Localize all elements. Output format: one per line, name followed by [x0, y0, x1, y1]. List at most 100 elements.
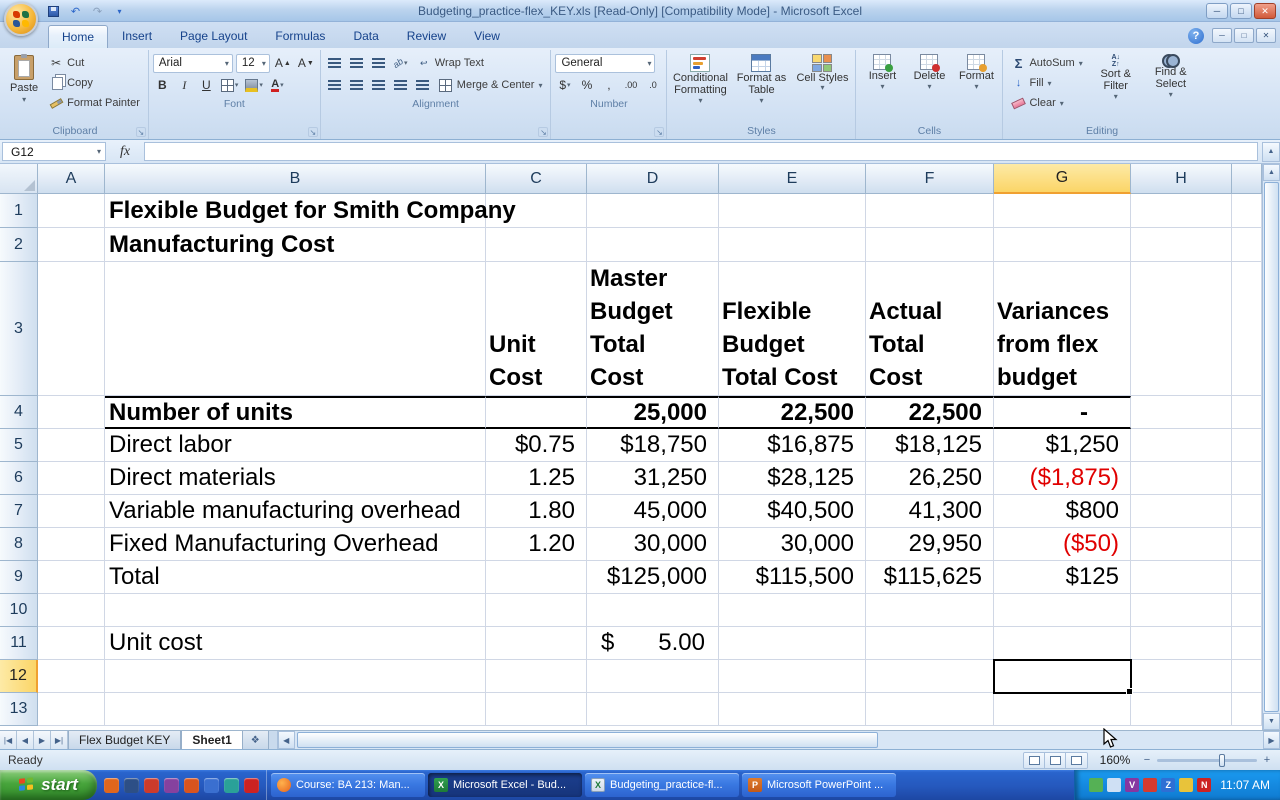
- cell-H12[interactable]: [1131, 660, 1232, 693]
- accounting-format-button[interactable]: $ ▾: [555, 76, 574, 95]
- italic-button[interactable]: I: [175, 76, 194, 95]
- cell-H4[interactable]: [1131, 396, 1232, 429]
- cell-C9[interactable]: [486, 561, 587, 594]
- cell-A1[interactable]: [38, 194, 105, 228]
- cell-H13[interactable]: [1131, 693, 1232, 726]
- cell-B8[interactable]: Fixed Manufacturing Overhead: [105, 528, 486, 561]
- cell-C12[interactable]: [486, 660, 587, 693]
- cell-D1[interactable]: [587, 194, 719, 228]
- cell-F13[interactable]: [866, 693, 994, 726]
- redo-button[interactable]: ↷: [88, 3, 107, 20]
- sheet-tab-sheet1[interactable]: Sheet1: [181, 731, 243, 749]
- zoom-out-icon[interactable]: −: [1142, 754, 1152, 766]
- cell-H7[interactable]: [1131, 495, 1232, 528]
- cell-E5[interactable]: $16,875: [719, 429, 866, 462]
- cell-F11[interactable]: [866, 627, 994, 660]
- row-header-7[interactable]: 7: [0, 495, 38, 528]
- underline-button[interactable]: U: [197, 76, 216, 95]
- number-format-select[interactable]: General ▾: [555, 53, 656, 73]
- cell-H11[interactable]: [1131, 627, 1232, 660]
- cell-D13[interactable]: [587, 693, 719, 726]
- cell-G6[interactable]: ($1,875): [994, 462, 1131, 495]
- quick-launch-icon[interactable]: [164, 777, 179, 793]
- bold-button[interactable]: B: [153, 76, 172, 95]
- cell-D8[interactable]: 30,000: [587, 528, 719, 561]
- column-header-D[interactable]: D: [587, 164, 719, 194]
- merge-center-button[interactable]: Merge & Center ▾: [435, 76, 547, 94]
- cell-C8[interactable]: 1.20: [486, 528, 587, 561]
- row-header-6[interactable]: 6: [0, 462, 38, 495]
- taskbar-window-button[interactable]: P Microsoft PowerPoint ...: [742, 773, 896, 797]
- clear-button[interactable]: Clear ▾: [1007, 94, 1086, 112]
- dialog-launcher-icon[interactable]: ↘: [307, 127, 318, 137]
- wrap-text-button[interactable]: ↩ Wrap Text: [413, 54, 488, 72]
- close-button[interactable]: ✕: [1254, 3, 1276, 19]
- cell-H3[interactable]: [1131, 262, 1232, 396]
- cut-button[interactable]: ✂ Cut: [45, 54, 144, 72]
- cell-G7[interactable]: $800: [994, 495, 1131, 528]
- cell-C2[interactable]: [486, 228, 587, 262]
- zoom-slider-track[interactable]: [1157, 753, 1257, 767]
- row-header-5[interactable]: 5: [0, 429, 38, 462]
- cell-C6[interactable]: 1.25: [486, 462, 587, 495]
- cell-E9[interactable]: $115,500: [719, 561, 866, 594]
- zoom-slider-thumb[interactable]: [1219, 753, 1225, 767]
- cell-styles-button[interactable]: Cell Styles ▾: [793, 52, 851, 93]
- cell-F8[interactable]: 29,950: [866, 528, 994, 561]
- cell-E7[interactable]: $40,500: [719, 495, 866, 528]
- cell-D4[interactable]: 25,000: [587, 396, 719, 429]
- format-painter-button[interactable]: Format Painter: [45, 94, 144, 112]
- cell-F1[interactable]: [866, 194, 994, 228]
- row-header-1[interactable]: 1: [0, 194, 38, 228]
- shrink-font-button[interactable]: A ▼: [296, 54, 316, 73]
- insert-cells-button[interactable]: Insert ▾: [860, 52, 904, 91]
- cell-F5[interactable]: $18,125: [866, 429, 994, 462]
- cell-D3[interactable]: Master Budget Total Cost: [587, 262, 719, 396]
- autosum-button[interactable]: Σ AutoSum ▾: [1007, 54, 1086, 72]
- minimize-button[interactable]: ─: [1206, 3, 1228, 19]
- row-header-12[interactable]: 12: [0, 660, 38, 693]
- row-header-8[interactable]: 8: [0, 528, 38, 561]
- column-header-C[interactable]: C: [486, 164, 587, 194]
- cell-E3[interactable]: Flexible Budget Total Cost: [719, 262, 866, 396]
- row-header-13[interactable]: 13: [0, 693, 38, 726]
- zoom-slider[interactable]: − +: [1142, 753, 1272, 767]
- cell-D11[interactable]: $5.00: [587, 627, 719, 660]
- cell-B2[interactable]: Manufacturing Cost: [105, 228, 486, 262]
- cell-A11[interactable]: [38, 627, 105, 660]
- quick-launch-icon[interactable]: [224, 777, 239, 793]
- ribbon-tab-review[interactable]: Review: [393, 24, 460, 48]
- office-button[interactable]: [4, 2, 38, 36]
- row-header-11[interactable]: 11: [0, 627, 38, 660]
- normal-view-button[interactable]: [1024, 752, 1045, 768]
- cell-B3[interactable]: [105, 262, 486, 396]
- tray-icon[interactable]: N: [1197, 778, 1212, 792]
- cell-D5[interactable]: $18,750: [587, 429, 719, 462]
- cell-H6[interactable]: [1131, 462, 1232, 495]
- decrease-indent-button[interactable]: [391, 76, 410, 95]
- cell-F6[interactable]: 26,250: [866, 462, 994, 495]
- cell-B1[interactable]: Flexible Budget for Smith Company: [105, 194, 516, 228]
- format-as-table-button[interactable]: Format as Table ▾: [732, 52, 790, 106]
- cell-F7[interactable]: 41,300: [866, 495, 994, 528]
- conditional-formatting-button[interactable]: Conditional Formatting ▾: [671, 52, 729, 106]
- row-header-3[interactable]: 3: [0, 262, 38, 396]
- font-name-select[interactable]: Arial ▾: [152, 53, 233, 73]
- ribbon-tab-home[interactable]: Home: [48, 25, 109, 48]
- align-right-button[interactable]: [369, 76, 388, 95]
- format-cells-button[interactable]: Format ▾: [954, 52, 998, 91]
- quick-launch-icon[interactable]: [204, 777, 219, 793]
- cell-E2[interactable]: [719, 228, 866, 262]
- orientation-button[interactable]: ab ▾: [391, 54, 410, 73]
- decrease-decimal-button[interactable]: .0: [643, 76, 662, 95]
- cell-A5[interactable]: [38, 429, 105, 462]
- cell-C13[interactable]: [486, 693, 587, 726]
- taskbar-window-button[interactable]: X Budgeting_practice-fl...: [585, 773, 739, 797]
- cell-C5[interactable]: $0.75: [486, 429, 587, 462]
- taskbar-window-button[interactable]: X Microsoft Excel - Bud...: [428, 773, 582, 797]
- increase-decimal-button[interactable]: .00: [621, 76, 640, 95]
- cell-G1[interactable]: [994, 194, 1131, 228]
- quick-launch-icon[interactable]: [144, 777, 159, 793]
- formula-input[interactable]: [144, 142, 1258, 161]
- cell-H2[interactable]: [1131, 228, 1232, 262]
